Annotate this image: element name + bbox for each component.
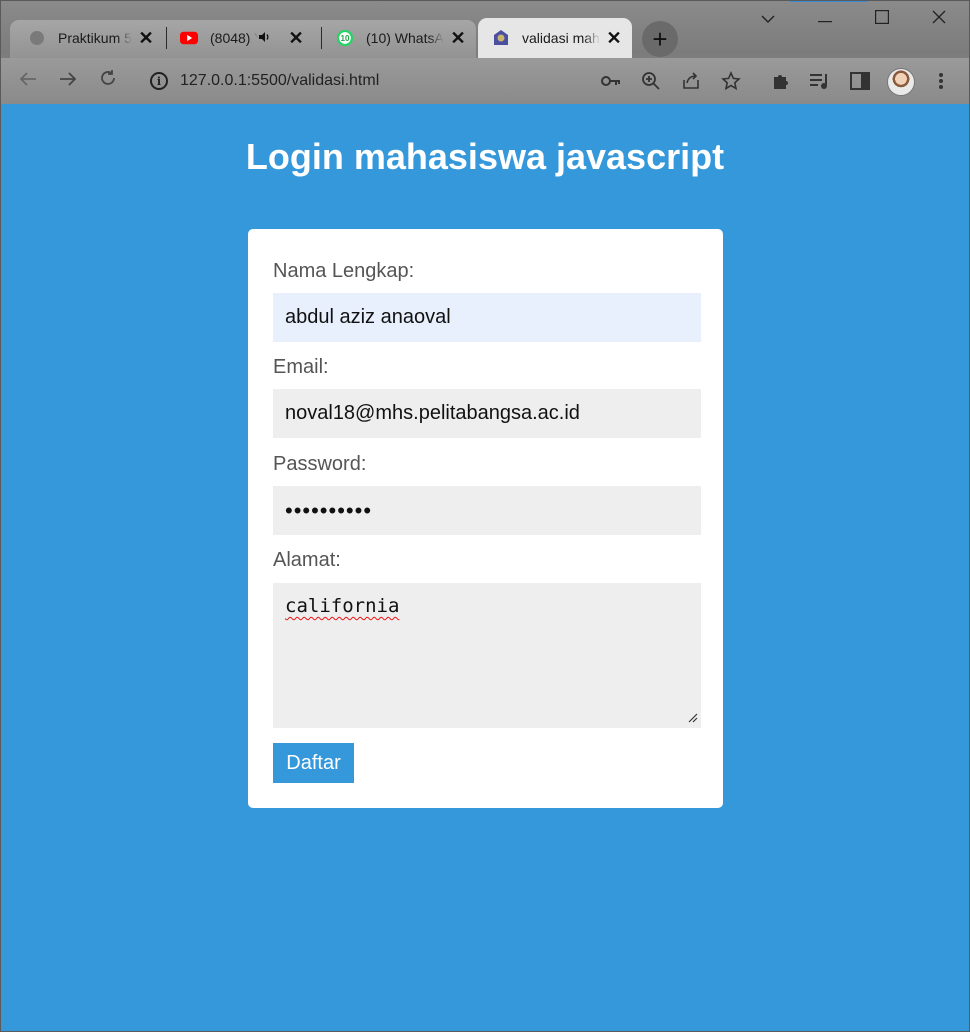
name-field[interactable] [273,293,701,342]
menu-kebab-icon[interactable] [930,70,952,92]
submit-button[interactable]: Daftar [273,743,354,783]
tab-title: (10) WhatsApp [366,30,444,46]
tab-youtube[interactable]: (8048) YouTube ✕ [180,18,312,58]
browser-chrome: Praktikum 5 ✕ (8048) YouTube ✕ 10 (10) W… [0,0,970,104]
back-button[interactable] [14,67,42,95]
arrow-right-icon [59,70,77,93]
password-field[interactable] [273,486,701,535]
star-icon[interactable] [720,70,742,92]
minimize-button[interactable] [797,0,853,38]
tab-separator [166,27,167,49]
tab-praktikum[interactable]: Praktikum 5 ✕ [28,18,156,58]
close-icon [932,10,946,29]
password-label: Password: [273,453,367,475]
reload-icon [99,69,117,93]
address-text: california [285,595,400,617]
svg-text:10: 10 [341,34,350,43]
page-viewport: Login mahasiswa javascript Nama Lengkap:… [0,104,970,1032]
plus-icon: + [652,23,668,54]
address-bar[interactable]: i 127.0.0.1:5500/validasi.html [138,63,758,99]
maximize-button[interactable] [854,0,910,38]
extensions-icon[interactable] [770,70,792,92]
whatsapp-icon: 10 [336,29,354,47]
tab-strip: Praktikum 5 ✕ (8048) YouTube ✕ 10 (10) W… [0,0,970,58]
close-window-button[interactable] [911,0,967,38]
name-label: Nama Lengkap: [273,260,415,282]
key-icon[interactable] [600,70,622,92]
forward-button[interactable] [54,67,82,95]
university-icon [492,29,510,47]
info-icon[interactable]: i [150,72,168,90]
resize-handle-icon[interactable] [688,713,698,723]
new-tab-button[interactable]: + [642,21,678,57]
email-field[interactable] [273,389,701,438]
close-icon[interactable]: ✕ [604,28,624,48]
tab-title: validasi mahasiswa [522,30,600,46]
browser-toolbar: i 127.0.0.1:5500/validasi.html [0,58,970,104]
tab-title: Praktikum 5 [58,30,132,46]
tab-title: (8048) YouTube [210,30,258,46]
maximize-icon [875,9,890,29]
arrow-left-icon [19,70,37,93]
email-label: Email: [273,356,329,378]
address-textarea[interactable]: california [273,583,701,728]
tab-validasi[interactable]: validasi mahasiswa ✕ [478,18,632,58]
page-title: Login mahasiswa javascript [245,136,725,177]
reload-button[interactable] [94,67,122,95]
close-icon[interactable]: ✕ [136,28,156,48]
url-text[interactable]: 127.0.0.1:5500/validasi.html [180,72,379,90]
share-icon[interactable] [680,70,702,92]
chevron-down-icon [761,10,775,28]
tab-search-button[interactable] [740,0,796,38]
avatar[interactable] [887,68,915,96]
youtube-icon [180,29,198,47]
address-label: Alamat: [273,549,341,571]
media-control-icon[interactable] [809,70,831,92]
close-icon[interactable]: ✕ [286,28,306,48]
close-icon[interactable]: ✕ [448,28,468,48]
minimize-icon [818,10,832,28]
speaker-icon[interactable] [258,31,270,46]
zoom-icon[interactable] [640,70,662,92]
tab-whatsapp[interactable]: 10 (10) WhatsApp ✕ [336,18,468,58]
side-panel-icon[interactable] [849,70,871,92]
page-icon [28,29,46,47]
tab-separator [321,27,322,49]
registration-form: Nama Lengkap: Email: Password: Alamat: c… [248,229,723,808]
